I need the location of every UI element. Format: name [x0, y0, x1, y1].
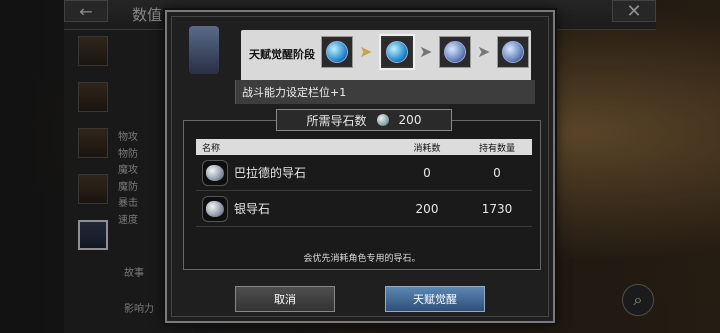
stage-3-slot[interactable]: [439, 36, 471, 68]
stage-4-gem-icon: [502, 41, 524, 63]
column-header-own: 持有数量: [478, 143, 515, 154]
required-stones-panel: 所需导石数 200 名称 消耗数 持有数量 巴拉德的导石 0 0 银导石 200…: [183, 109, 541, 270]
stone-use: 0: [423, 165, 431, 180]
stage-2-gem-icon: [386, 41, 408, 63]
stone-table: 名称 消耗数 持有数量 巴拉德的导石 0 0 银导石 200 1730: [196, 139, 532, 227]
stone-name: 巴拉德的导石: [234, 166, 307, 180]
awaken-button[interactable]: 天赋觉醒: [385, 286, 485, 312]
stone-name-cell: 巴拉德的导石: [196, 159, 392, 186]
priority-note: 会优先消耗角色专用的导石。: [303, 254, 421, 264]
arrow-right-icon: ➤: [419, 42, 433, 61]
character-sprite: [189, 26, 219, 74]
column-header-name: 名称: [202, 143, 221, 154]
awakening-stage-bar: 天赋觉醒阶段 ➤ ➤ ➤: [241, 30, 531, 82]
stone-own: 0: [493, 165, 501, 180]
ballard-stone-icon: [202, 159, 228, 186]
silver-stone-icon: [202, 195, 228, 222]
column-header-use: 消耗数: [413, 143, 441, 154]
effect-description: 战斗能力设定栏位+1: [235, 80, 535, 104]
stone-name: 银导石: [234, 202, 271, 216]
required-total: 200: [398, 113, 422, 127]
stone-own: 1730: [481, 201, 513, 216]
stage-4-slot[interactable]: [497, 36, 529, 68]
stone-name-cell: 银导石: [196, 195, 392, 222]
stage-label: 天赋觉醒阶段: [249, 48, 315, 61]
stage-1-slot[interactable]: [321, 36, 353, 68]
awakening-dialog: 天赋觉醒阶段 ➤ ➤ ➤ 战斗能力设定栏位+1 所需导石数 200 名称 消耗数…: [165, 10, 555, 323]
stage-2-slot[interactable]: [381, 36, 413, 68]
table-row[interactable]: 银导石 200 1730: [196, 191, 532, 227]
stage-1-gem-icon: [326, 41, 348, 63]
table-row[interactable]: 巴拉德的导石 0 0: [196, 155, 532, 191]
cancel-button[interactable]: 取消: [235, 286, 335, 312]
table-header: 名称 消耗数 持有数量: [196, 139, 532, 155]
stone-use: 200: [415, 201, 439, 216]
required-title: 所需导石数: [306, 113, 367, 128]
stage-3-gem-icon: [444, 41, 466, 63]
arrow-right-icon: ➤: [477, 42, 491, 61]
required-stones-header: 所需导石数 200: [276, 109, 452, 131]
stone-icon: [376, 114, 389, 126]
arrow-right-icon: ➤: [359, 42, 373, 61]
